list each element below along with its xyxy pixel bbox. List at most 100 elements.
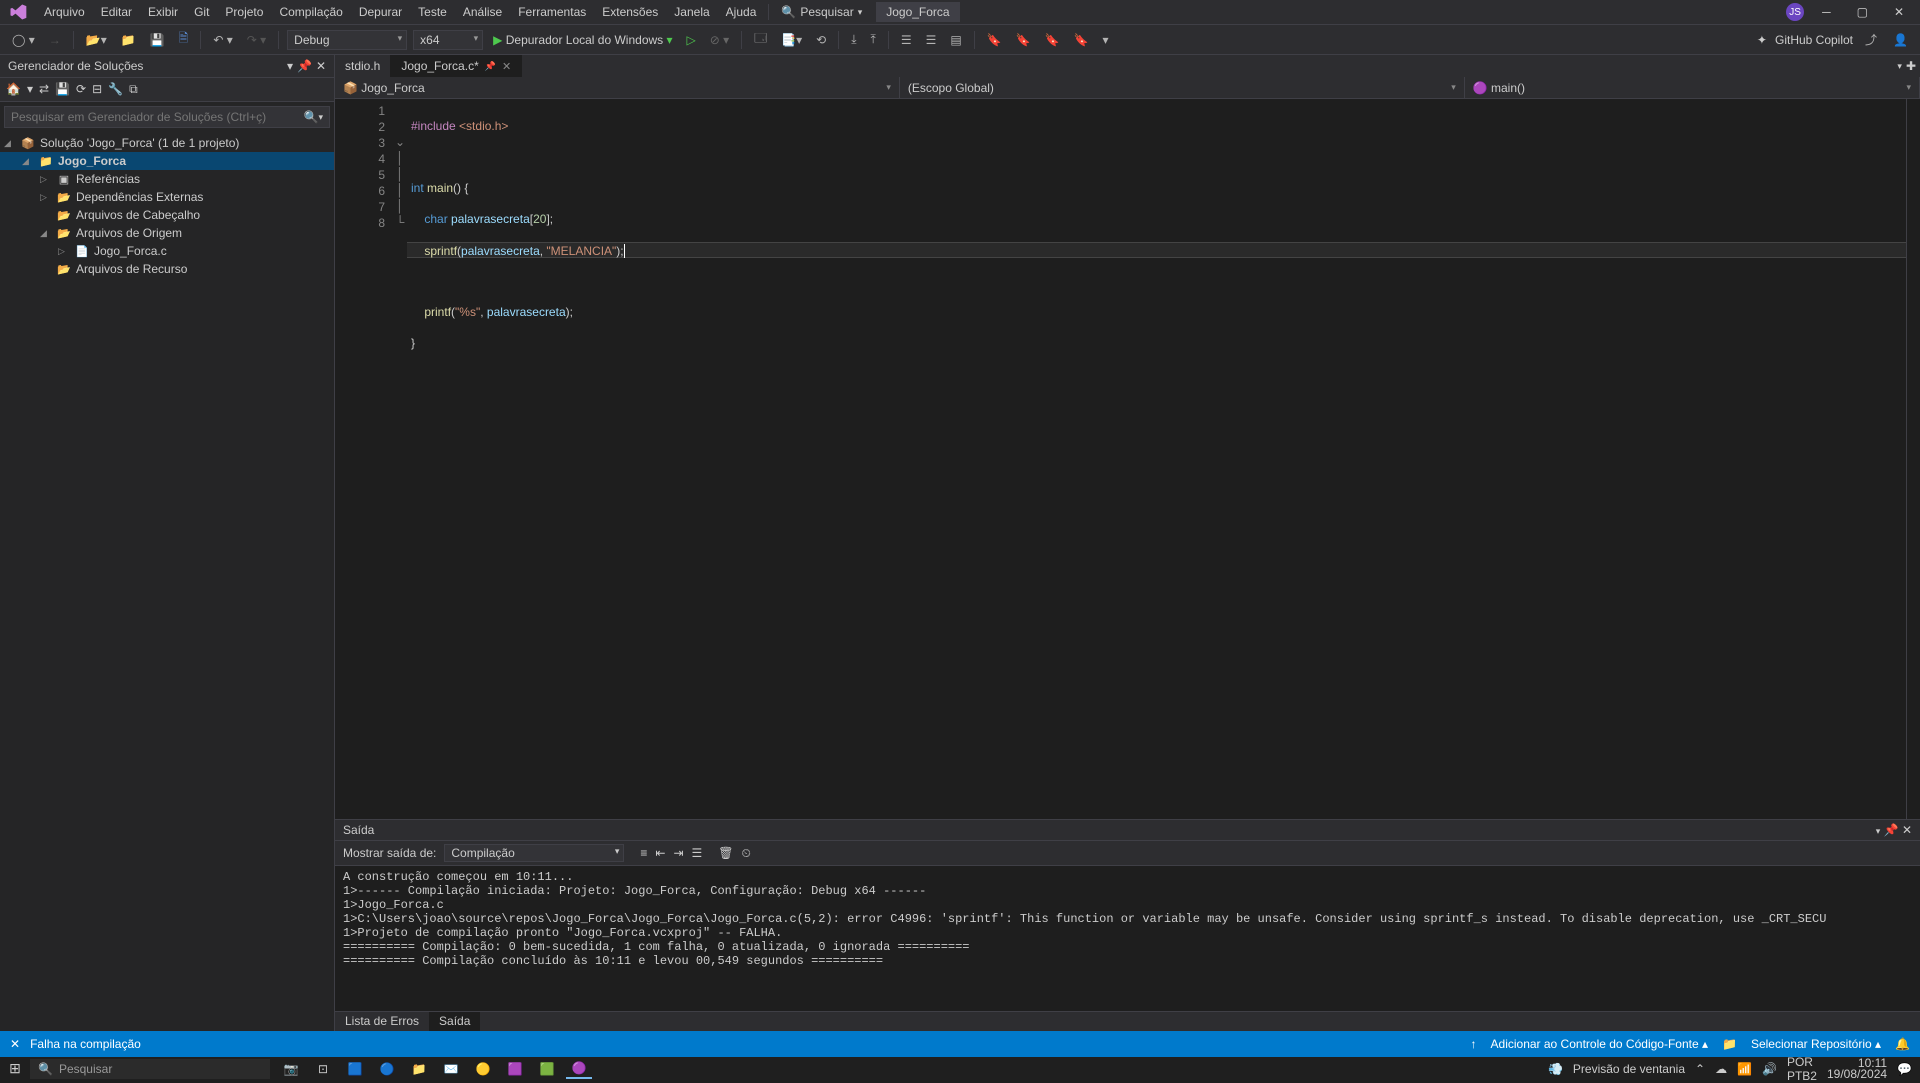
tabs-add-icon[interactable]: ✚ — [1906, 59, 1916, 73]
menu-ferramentas[interactable]: Ferramentas — [510, 1, 594, 23]
start-debug-button[interactable]: ▶ Depurador Local do Windows ▾ — [489, 31, 676, 49]
out-dd-icon[interactable]: ▾ — [1876, 826, 1881, 836]
tb-icon-1[interactable]: 🗔 — [750, 27, 771, 52]
edge-icon[interactable]: 🔵 — [374, 1059, 400, 1079]
clock[interactable]: 10:11 19/08/2024 — [1827, 1058, 1887, 1080]
folder-refs[interactable]: ▷▣ Referências — [0, 170, 334, 188]
menu-teste[interactable]: Teste — [410, 1, 455, 23]
source-file[interactable]: ▷📄 Jogo_Forca.c — [0, 242, 334, 260]
mail-icon[interactable]: ✉️ — [438, 1059, 464, 1079]
tabs-overflow-icon[interactable]: ▾ — [1897, 61, 1902, 72]
out-clear-icon[interactable]: 🗑 — [718, 846, 733, 860]
nav-project-dropdown[interactable]: 📦 Jogo_Forca — [335, 77, 900, 98]
onedrive-icon[interactable]: ☁ — [1715, 1062, 1727, 1076]
bell-icon[interactable]: 🔔 — [1895, 1037, 1910, 1051]
project-node[interactable]: ◢📁 Jogo_Forca — [0, 152, 334, 170]
sol-prop-icon[interactable]: 🔧 — [108, 82, 123, 97]
minimize-button[interactable]: ─ — [1814, 1, 1839, 23]
out-wrap-icon[interactable]: ⏲ — [742, 846, 751, 861]
maximize-button[interactable]: ▢ — [1849, 1, 1876, 23]
folder-resource[interactable]: 📂 Arquivos de Recurso — [0, 260, 334, 278]
tab-jogo-forca-c[interactable]: Jogo_Forca.c* 📌 ✕ — [391, 55, 522, 77]
menu-git[interactable]: Git — [186, 1, 217, 23]
menu-analise[interactable]: Análise — [455, 1, 510, 23]
folder-source[interactable]: ◢📂 Arquivos de Origem — [0, 224, 334, 242]
nv-icon[interactable]: 🟩 — [534, 1059, 560, 1079]
nav-member-dropdown[interactable]: 🟣 main() — [1465, 77, 1920, 98]
menu-ajuda[interactable]: Ajuda — [718, 1, 765, 23]
menu-exibir[interactable]: Exibir — [140, 1, 186, 23]
notifications-icon[interactable]: 💬 — [1897, 1062, 1912, 1076]
admin-icon[interactable]: 👤 — [1889, 31, 1912, 49]
weather-text[interactable]: Previsão de ventania — [1573, 1062, 1685, 1076]
platform-dropdown[interactable]: x64 — [413, 30, 483, 50]
copilot-tb-icon[interactable]: 🟦 — [342, 1059, 368, 1079]
menu-extensoes[interactable]: Extensões — [594, 1, 666, 23]
out-tb-4[interactable]: ☰ — [692, 846, 703, 860]
config-dropdown[interactable]: Debug — [287, 30, 407, 50]
sol-refresh-icon[interactable]: ⟳ — [76, 82, 86, 97]
share-icon[interactable]: ⤴ — [1861, 29, 1881, 50]
open-icon[interactable]: 📁 — [117, 31, 140, 49]
folder-deps[interactable]: ▷📂 Dependências Externas — [0, 188, 334, 206]
tb-bm-2[interactable]: 🔖 — [1012, 31, 1035, 49]
output-source-dropdown[interactable]: Compilação — [444, 844, 624, 862]
tb-bookmark-icon[interactable]: 🔖 — [983, 31, 1006, 49]
user-avatar[interactable]: JS — [1786, 3, 1804, 21]
panel-dropdown-icon[interactable]: ▾ — [287, 59, 293, 73]
menu-arquivo[interactable]: Arquivo — [36, 1, 93, 23]
redo-icon[interactable]: ↷ ▾ — [243, 31, 270, 49]
tab-stdio-h[interactable]: stdio.h — [335, 55, 391, 77]
solution-root[interactable]: ◢📦 Solução 'Jogo_Forca' (1 de 1 projeto) — [0, 134, 334, 152]
sol-home-icon[interactable]: 🏠 — [6, 82, 21, 97]
tb-icon-4[interactable]: ⤓ — [847, 30, 860, 49]
folder-headers[interactable]: 📂 Arquivos de Cabeçalho — [0, 206, 334, 224]
select-repo-button[interactable]: Selecionar Repositório ▴ — [1751, 1037, 1881, 1051]
explorer-icon[interactable]: 📁 — [406, 1059, 432, 1079]
copilot-button[interactable]: GitHub Copilot — [1775, 33, 1853, 47]
tb-icon-8[interactable]: ▤ — [946, 31, 965, 49]
pin-icon[interactable]: 📌 — [485, 61, 496, 72]
wifi-icon[interactable]: 📶 — [1737, 1062, 1752, 1076]
lang-indicator[interactable]: PORPTB2 — [1787, 1055, 1817, 1083]
tab-error-list[interactable]: Lista de Erros — [335, 1012, 429, 1031]
tab-output[interactable]: Saída — [429, 1012, 480, 1031]
out-close-icon[interactable]: ✕ — [1902, 823, 1912, 837]
panel-close-icon[interactable]: ✕ — [316, 59, 326, 73]
panel-pin-icon[interactable]: 📌 — [297, 59, 312, 73]
tb-bm-3[interactable]: 🔖 — [1041, 31, 1064, 49]
tb-icon-6[interactable]: ☰ — [897, 31, 916, 49]
nav-scope-dropdown[interactable]: (Escopo Global) — [900, 77, 1465, 98]
tb-bm-4[interactable]: 🔖 — [1070, 31, 1093, 49]
sol-collapse-icon[interactable]: ⊟ — [92, 82, 102, 97]
add-source-control-button[interactable]: Adicionar ao Controle do Código-Fonte ▴ — [1491, 1037, 1708, 1051]
out-tb-3[interactable]: ⇥ — [673, 846, 683, 860]
out-pin-icon[interactable]: 📌 — [1884, 823, 1899, 837]
out-tb-1[interactable]: ≡ — [640, 846, 647, 860]
solution-search-input[interactable] — [11, 110, 304, 124]
tb-icon-2[interactable]: 📑▾ — [777, 31, 806, 49]
task-view-icon[interactable]: ⊡ — [310, 1059, 336, 1079]
save-icon[interactable]: 💾 — [146, 31, 169, 49]
save-all-icon[interactable]: 🗎 — [175, 27, 193, 52]
tb-icon-7[interactable]: ☰ — [922, 31, 941, 49]
undo-icon[interactable]: ↶ ▾ — [209, 31, 236, 49]
sol-save-icon[interactable]: 💾 — [55, 82, 70, 97]
menu-search[interactable]: 🔍 Pesquisar ▾ — [773, 5, 870, 19]
taskbar-search[interactable]: 🔍 Pesquisar — [30, 1059, 270, 1079]
forms-icon[interactable]: 🟪 — [502, 1059, 528, 1079]
tb-icon-5[interactable]: ⤒ — [867, 30, 880, 49]
output-text[interactable]: A construção começou em 10:11... 1>-----… — [335, 866, 1920, 1011]
chrome-icon[interactable]: 🟡 — [470, 1059, 496, 1079]
menu-janela[interactable]: Janela — [666, 1, 717, 23]
menu-depurar[interactable]: Depurar — [351, 1, 410, 23]
tb-bm-5[interactable]: ▾ — [1099, 31, 1113, 49]
new-project-icon[interactable]: 📂▾ — [82, 31, 111, 49]
start-nodebug-icon[interactable]: ▷ — [683, 31, 700, 49]
tb-icon-3[interactable]: ⟲ — [812, 31, 830, 49]
out-tb-2[interactable]: ⇤ — [655, 846, 665, 860]
start-button[interactable]: ⊞ — [0, 1060, 30, 1077]
tab-close-icon[interactable]: ✕ — [502, 60, 511, 73]
volume-icon[interactable]: 🔊 — [1762, 1062, 1777, 1076]
stop-icon[interactable]: ⊘ ▾ — [706, 31, 733, 49]
